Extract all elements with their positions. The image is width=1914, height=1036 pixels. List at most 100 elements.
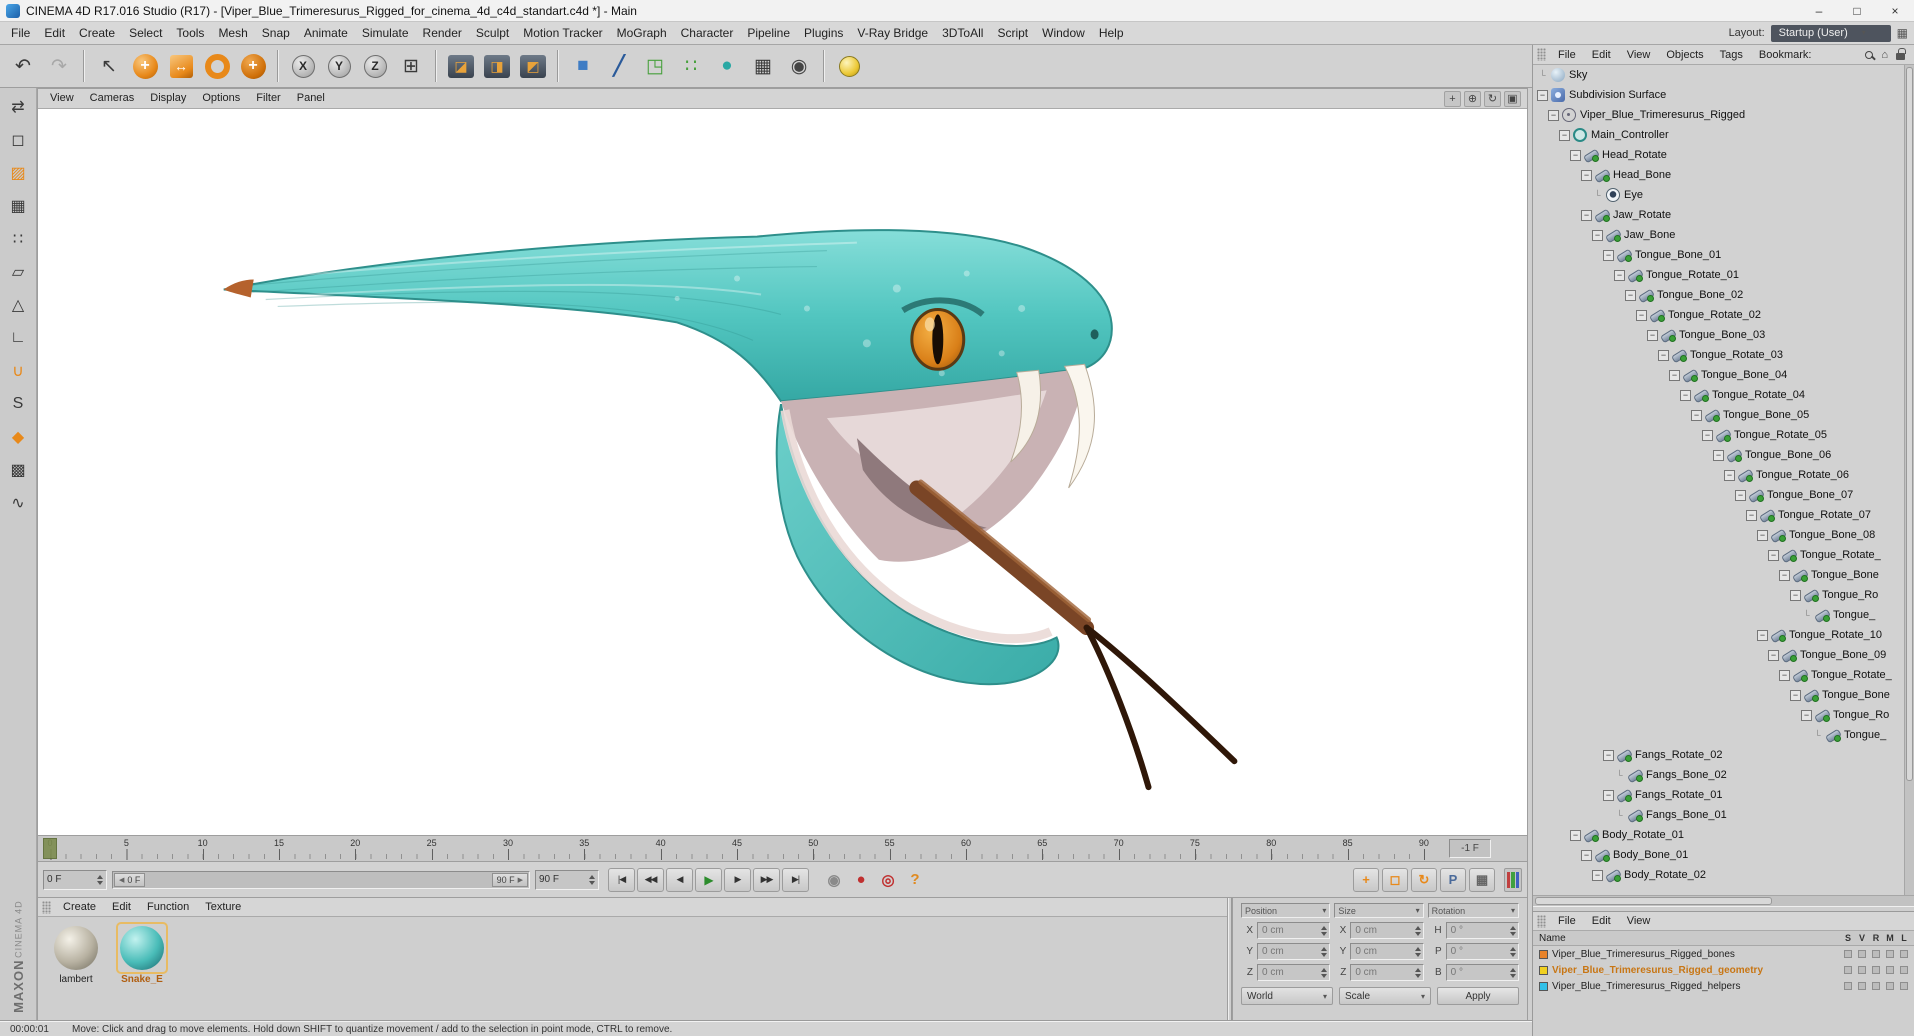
previous-key-button[interactable]: ◀◀ [637,867,664,892]
expander-icon[interactable]: − [1548,109,1559,121]
menu-item-snap[interactable]: Snap [255,22,297,44]
viewport-zoom-icon[interactable]: ⊕ [1464,90,1481,107]
layer-toggle-s[interactable] [1841,982,1855,990]
expander-icon[interactable]: − [1801,709,1812,721]
panel-handle-icon[interactable] [42,900,51,914]
object-menu-file[interactable]: File [1550,46,1584,64]
menu-item-sculpt[interactable]: Sculpt [469,22,516,44]
coordinate-field-x[interactable]: 0 cm [1350,922,1424,939]
expander-icon[interactable]: − [1768,549,1779,561]
coordinate-field-x[interactable]: 0 cm [1257,922,1331,939]
autokey-button[interactable]: ◎ [876,868,900,892]
menu-item-edit[interactable]: Edit [37,22,72,44]
expander-icon[interactable]: − [1702,429,1713,441]
camera-button[interactable]: ◉ [782,48,816,84]
scale-tool-button[interactable]: ↔ [164,48,198,84]
layer-toggle-r[interactable] [1869,950,1883,958]
expander-icon[interactable]: − [1779,569,1790,581]
expander-icon[interactable]: − [1625,289,1636,301]
redo-button[interactable]: ↷ [42,48,76,84]
undo-button[interactable]: ↶ [6,48,40,84]
viewport-menu-options[interactable]: Options [194,89,248,108]
expander-icon[interactable]: − [1790,589,1801,601]
expander-icon[interactable]: − [1768,649,1779,661]
tree-item-jaw-rotate[interactable]: − Jaw_Rotate [1533,205,1905,225]
snap-settings-button[interactable]: S [3,389,33,419]
menu-item-animate[interactable]: Animate [297,22,355,44]
layer-toggle-m[interactable] [1883,966,1897,974]
cloner-button[interactable]: ∷ [674,48,708,84]
tree-item-fangs-bone-02[interactable]: └ Fangs_Bone_02 [1533,765,1905,785]
tree-item-fangs-rotate-02[interactable]: − Fangs_Rotate_02 [1533,745,1905,765]
expander-icon[interactable]: − [1537,89,1548,101]
object-menu-tags[interactable]: Tags [1712,46,1751,64]
coordinate-field-z[interactable]: 0 cm [1350,964,1424,981]
panel-handle-icon[interactable] [1537,48,1546,61]
tree-item-tongue[interactable]: └ Tongue_ [1533,725,1905,745]
tree-item-tongue-rotate[interactable]: − Tongue_Rotate_ [1533,545,1905,565]
viewport-rotate-icon[interactable]: ↻ [1484,90,1501,107]
expander-icon[interactable]: − [1779,669,1790,681]
expander-icon[interactable]: − [1581,849,1592,861]
minimize-button[interactable]: – [1800,0,1838,22]
layer-menu-file[interactable]: File [1550,912,1584,930]
layer-menu-edit[interactable]: Edit [1584,912,1619,930]
texture-mode-button[interactable]: ▨ [3,158,33,188]
layer-row-viper-blue-trimeresurus-rigged-helpers[interactable]: Viper_Blue_Trimeresurus_Rigged_helpers [1533,978,1914,994]
tree-item-tongue-rotate-03[interactable]: − Tongue_Rotate_03 [1533,345,1905,365]
record-parameter-toggle[interactable]: P [1440,867,1466,892]
expander-icon[interactable]: − [1757,529,1768,541]
menu-item-file[interactable]: File [4,22,37,44]
menu-item-select[interactable]: Select [122,22,169,44]
coordinate-field-z[interactable]: 0 cm [1257,964,1331,981]
expander-icon[interactable]: − [1614,269,1625,281]
tree-item-tongue-rotate[interactable]: − Tongue_Rotate_ [1533,665,1905,685]
close-button[interactable]: × [1876,0,1914,22]
draw-spline-button[interactable]: ╱ [602,48,636,84]
layer-toggle-m[interactable] [1883,982,1897,990]
tree-item-tongue-rotate-07[interactable]: − Tongue_Rotate_07 [1533,505,1905,525]
tree-item-head-bone[interactable]: − Head_Bone [1533,165,1905,185]
next-frame-button[interactable]: ▶ [724,867,751,892]
coordinate-system-select[interactable]: World ▾ [1241,987,1333,1005]
menu-item-window[interactable]: Window [1035,22,1092,44]
layer-row-viper-blue-trimeresurus-rigged-geometry[interactable]: Viper_Blue_Trimeresurus_Rigged_geometry [1533,962,1914,978]
expander-icon[interactable]: − [1603,749,1614,761]
tree-item-tongue-bone[interactable]: − Tongue_Bone [1533,685,1905,705]
play-sound-button[interactable]: ◉ [822,868,846,892]
goto-start-button[interactable]: |◀ [608,867,635,892]
object-menu-bookmark[interactable]: Bookmark: [1751,46,1820,64]
tree-item-eye[interactable]: └ Eye [1533,185,1905,205]
viewport-menu-view[interactable]: View [42,89,82,108]
lock-x-axis-button[interactable]: X [286,48,320,84]
layer-toggle-v[interactable] [1855,966,1869,974]
workplane-mode-button[interactable]: ▦ [3,191,33,221]
tree-item-tongue-ro[interactable]: − Tongue_Ro [1533,705,1905,725]
lock-icon[interactable] [1896,48,1906,60]
coordinate-field-b[interactable]: 0 ° [1445,964,1519,981]
tree-item-head-rotate[interactable]: − Head_Rotate [1533,145,1905,165]
coordinate-field-y[interactable]: 0 cm [1257,943,1331,960]
edges-mode-button[interactable]: ▱ [3,257,33,287]
end-frame-spinner[interactable] [589,874,595,885]
viewport-menu-cameras[interactable]: Cameras [82,89,143,108]
render-settings-button[interactable]: ◩ [516,48,550,84]
value-spinner[interactable] [1321,925,1328,936]
menu-item-script[interactable]: Script [990,22,1035,44]
value-spinner[interactable] [1321,946,1328,957]
tree-item-body-rotate-01[interactable]: − Body_Rotate_01 [1533,825,1905,845]
layer-row-viper-blue-trimeresurus-rigged-bones[interactable]: Viper_Blue_Trimeresurus_Rigged_bones [1533,946,1914,962]
timeline-layers-icon[interactable] [1504,867,1522,892]
menu-item-create[interactable]: Create [72,22,122,44]
light-button[interactable]: ● [832,48,866,84]
expander-icon[interactable]: − [1636,309,1647,321]
subdivision-surface-button[interactable]: ◳ [638,48,672,84]
tree-item-tongue-rotate-01[interactable]: − Tongue_Rotate_01 [1533,265,1905,285]
value-spinner[interactable] [1414,967,1421,978]
layer-toggle-s[interactable] [1841,950,1855,958]
record-pla-toggle[interactable]: ▦ [1469,867,1495,892]
record-button[interactable]: ● [849,868,873,892]
goto-end-button[interactable]: ▶| [782,867,809,892]
add-cube-button[interactable]: ■ [566,48,600,84]
menu-item-render[interactable]: Render [416,22,469,44]
